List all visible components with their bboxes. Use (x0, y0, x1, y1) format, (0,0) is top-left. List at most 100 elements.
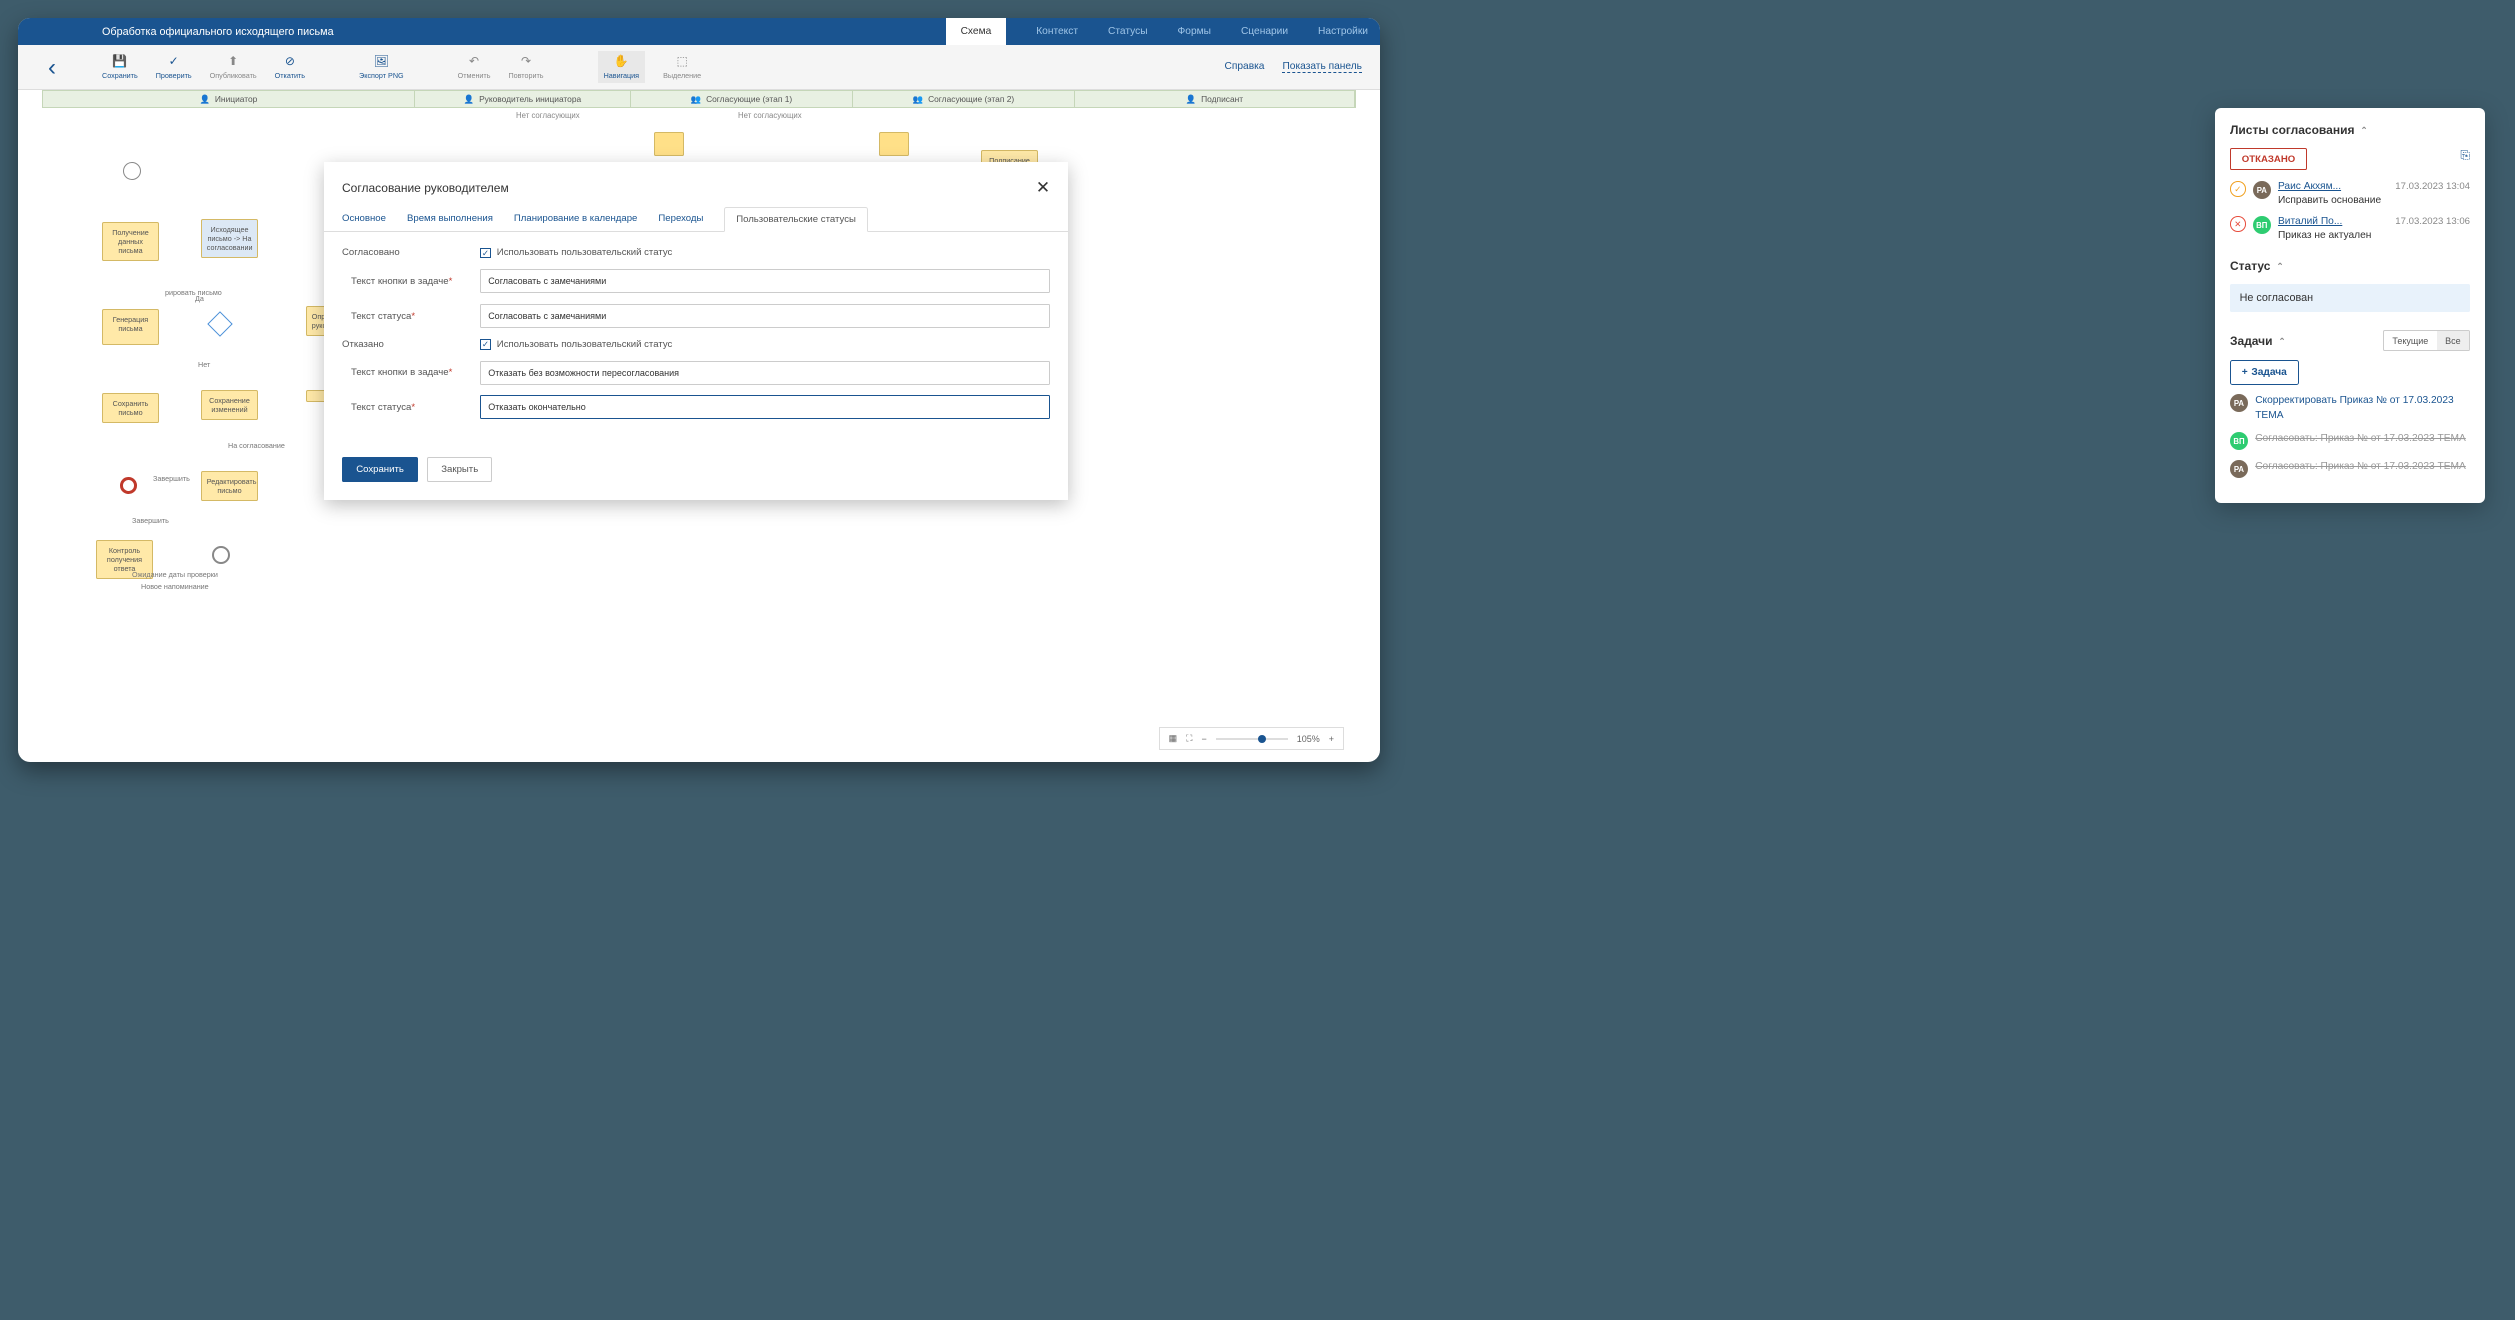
grid-icon[interactable]: ▦ (1169, 733, 1178, 744)
task-text: Скорректировать Приказ № от 17.03.2023 Т… (2255, 394, 2470, 423)
rejected-status-input[interactable] (480, 395, 1050, 419)
modal-tab-calendar[interactable]: Планирование в календаре (514, 207, 637, 231)
bpmn-task[interactable]: Сохранение изменений (201, 390, 258, 420)
status-badge: ОТКАЗАНО (2230, 148, 2307, 171)
publish-button[interactable]: ⬆Опубликовать (210, 54, 257, 80)
redo-button[interactable]: ↷Повторить (508, 54, 543, 80)
page-title: Обработка официального исходящего письма (102, 26, 334, 38)
lane-signer: Подписант (1201, 94, 1243, 104)
edge-label: Новое напоминание (141, 582, 209, 591)
group-icon: 👥 (913, 94, 923, 105)
approval-sheets-title[interactable]: Листы согласования⌃ (2230, 123, 2470, 137)
select-mode-button[interactable]: ⬚Выделение (663, 54, 701, 80)
approved-section-label: Согласовано (342, 247, 480, 258)
toggle-all[interactable]: Все (2437, 331, 2469, 349)
zoom-out[interactable]: − (1201, 734, 1206, 744)
approval-item: ✓РАРаис Акхям...17.03.2023 13:04Исправит… (2230, 181, 2470, 205)
edge-label: Завершить (153, 474, 190, 483)
status-value: Не согласован (2230, 284, 2470, 313)
check-button[interactable]: ✓Проверить (156, 54, 192, 80)
rejected-checkbox[interactable]: ✓ (480, 339, 491, 350)
bpmn-timer-event[interactable] (212, 546, 230, 564)
rejected-btn-input[interactable] (480, 361, 1050, 385)
close-icon[interactable]: ✕ (1036, 177, 1050, 198)
use-custom-label: Использовать пользовательский статус (497, 247, 673, 258)
modal-tab-custom[interactable]: Пользовательские статусы (724, 207, 867, 232)
modal-save-button[interactable]: Сохранить (342, 457, 418, 482)
modal-close-button[interactable]: Закрыть (427, 457, 492, 482)
avatar: РА (2230, 460, 2248, 478)
approved-status-label: Текст статуса* (342, 311, 480, 322)
rejected-section-label: Отказано (342, 339, 480, 350)
save-button[interactable]: 💾Сохранить (102, 54, 138, 80)
export-button[interactable]: 🖼Экспорт PNG (359, 54, 404, 80)
task-text: Согласовать: Приказ № от 17.03.2023 ТЕМА (2255, 460, 2466, 474)
task-item[interactable]: ВПСогласовать: Приказ № от 17.03.2023 ТЕ… (2230, 432, 2470, 450)
status-section-title[interactable]: Статус⌃ (2230, 259, 2470, 273)
tab-context[interactable]: Контекст (1036, 26, 1078, 37)
approved-status-input[interactable] (480, 304, 1050, 328)
undo-icon: ↶ (467, 54, 481, 68)
bpmn-task[interactable]: Получение данных письма (102, 222, 159, 261)
edge-label: Ожидание даты проверки (132, 570, 218, 579)
modal-tab-timing[interactable]: Время выполнения (407, 207, 493, 231)
approved-btn-input[interactable] (480, 269, 1050, 293)
zoom-control[interactable]: ▦ ⛶ − 105% + (1159, 727, 1344, 750)
approval-comment: Исправить основание (2278, 195, 2470, 206)
bpmn-task[interactable]: Редактировать письмо (201, 471, 258, 501)
help-link[interactable]: Справка (1225, 61, 1265, 73)
avatar: ВП (2253, 216, 2271, 234)
check-icon: ✓ (167, 54, 181, 68)
user-icon: 👤 (464, 94, 474, 105)
bpmn-start-event[interactable] (123, 162, 141, 180)
bpmn-task[interactable]: Сохранить письмо (102, 393, 159, 423)
edge-label: Да (195, 294, 204, 303)
approval-date: 17.03.2023 13:06 (2395, 216, 2470, 227)
task-item[interactable]: РА Скорректировать Приказ № от 17.03.2023… (2230, 394, 2470, 423)
export-icon[interactable]: ⎘ (2460, 148, 2470, 163)
approver-name[interactable]: Виталий По... (2278, 216, 2342, 227)
redo-icon: ↷ (519, 54, 533, 68)
modal-tab-transitions[interactable]: Переходы (658, 207, 703, 231)
task-item[interactable]: РА Согласовать: Приказ № от 17.03.2023 ТЕ… (2230, 460, 2470, 478)
fit-icon[interactable]: ⛶ (1186, 733, 1192, 744)
zoom-slider-thumb[interactable] (1258, 735, 1266, 743)
approver-name[interactable]: Раис Акхям... (2278, 181, 2341, 192)
bpmn-gateway[interactable] (207, 311, 232, 336)
nav-mode-button[interactable]: ✋Навигация (598, 51, 646, 83)
bpmn-task[interactable] (654, 132, 684, 156)
avatar: РА (2230, 394, 2248, 412)
tab-settings[interactable]: Настройки (1318, 26, 1368, 37)
approval-date: 17.03.2023 13:04 (2395, 181, 2470, 192)
tab-forms[interactable]: Формы (1178, 26, 1211, 37)
bpmn-task[interactable] (879, 132, 909, 156)
bpmn-task[interactable]: Исходящее письмо -> На согласовании (201, 219, 258, 258)
approved-checkbox[interactable]: ✓ (480, 248, 491, 259)
zoom-value: 105% (1297, 734, 1320, 744)
back-button[interactable]: ‹ (48, 54, 56, 82)
use-custom-label: Использовать пользовательский статус (497, 339, 673, 350)
rollback-button[interactable]: ⊘Откатить (275, 54, 305, 80)
bpmn-task[interactable]: Генерация письма (102, 309, 159, 345)
hand-icon: ✋ (614, 54, 628, 68)
approval-comment: Приказ не актуален (2278, 230, 2470, 241)
lane-approvers1: Согласующие (этап 1) (706, 94, 792, 104)
add-task-button[interactable]: +Задача (2230, 360, 2299, 385)
user-icon: 👤 (200, 94, 210, 105)
toggle-current[interactable]: Текущие (2384, 331, 2437, 349)
bpmn-end-event[interactable] (120, 477, 137, 494)
tab-scheme[interactable]: Схема (946, 18, 1007, 45)
modal-tab-main[interactable]: Основное (342, 207, 386, 231)
zoom-in[interactable]: + (1329, 734, 1334, 744)
lane-approvers2: Согласующие (этап 2) (928, 94, 1014, 104)
chevron-up-icon: ⌃ (2276, 261, 2283, 271)
show-panel-link[interactable]: Показать панель (1282, 61, 1362, 73)
tab-scenarios[interactable]: Сценарии (1241, 26, 1288, 37)
tab-statuses[interactable]: Статусы (1108, 26, 1148, 37)
x-circle-icon: ✕ (2230, 216, 2246, 232)
edge-label: Нет (198, 360, 210, 369)
edge-label: рировать письмо (165, 288, 222, 297)
tasks-section-title[interactable]: Задачи⌃ (2230, 334, 2286, 348)
undo-button[interactable]: ↶Отменить (458, 54, 491, 80)
edge-label: На согласование (228, 441, 285, 450)
